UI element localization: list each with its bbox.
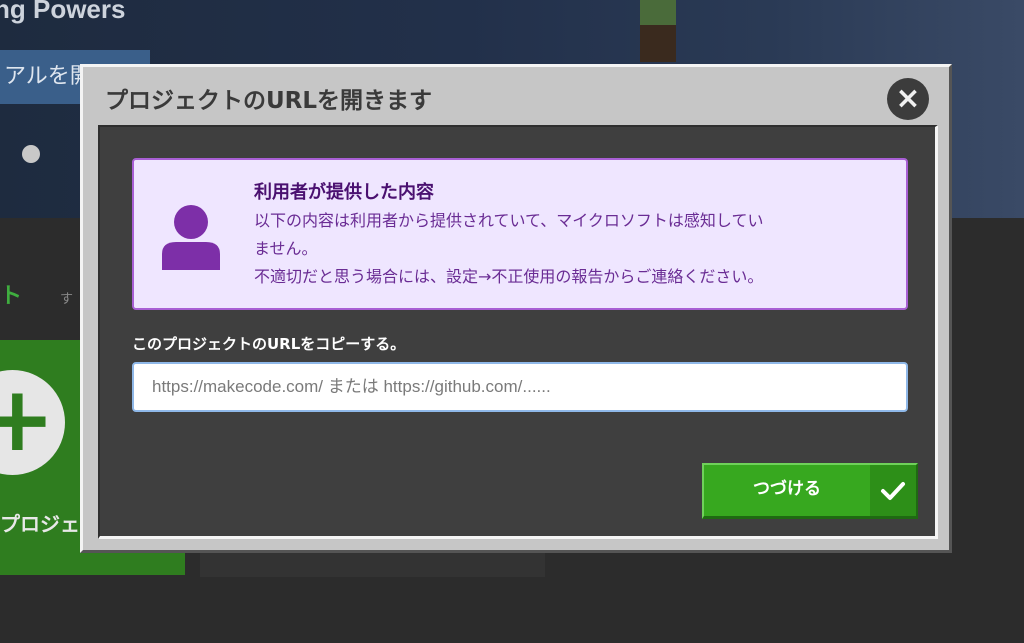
notice-line: ません。 [254,239,318,258]
user-icon [162,205,220,270]
close-icon: × [895,81,921,116]
dialog-body: 利用者が提供した内容 以下の内容は利用者から提供されていて、マイクロソフトは感知… [98,125,938,539]
notice-text: 以下の内容は利用者から提供されていて、マイクロソフトは感知してい ません。 不適… [254,207,894,291]
user-content-notice: 利用者が提供した内容 以下の内容は利用者から提供されていて、マイクロソフトは感知… [132,158,908,310]
notice-title: 利用者が提供した内容 [254,182,434,203]
continue-button-label: つづける [753,479,821,499]
hero-title: ng Powers [0,0,126,24]
dialog-title: プロジェクトのURLを開きます [105,88,433,114]
hero-character-image [640,0,676,62]
notice-line: 以下の内容は利用者から提供されていて、マイクロソフトは感知してい [254,211,764,230]
url-field-label: このプロジェクトのURLをコピーする。 [132,335,406,353]
check-icon [870,465,916,516]
carousel-dot [22,145,40,163]
project-url-input[interactable] [132,362,908,412]
continue-button[interactable]: つづける [702,463,918,519]
close-button[interactable]: × [887,78,929,120]
projects-section-subtitle: す [60,292,74,307]
projects-section-title: ト [0,284,23,309]
import-url-dialog: プロジェクトのURLを開きます × 利用者が提供した内容 以下の内容は利用者から… [80,64,952,553]
notice-line: 不適切だと思う場合には、設定→不正使用の報告からご連絡ください。 [254,267,764,286]
